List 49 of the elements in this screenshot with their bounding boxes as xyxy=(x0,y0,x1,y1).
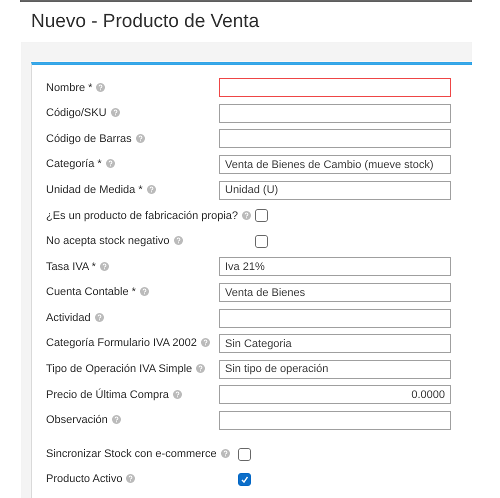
field-label: Actividad xyxy=(46,312,91,324)
field-label: Observación xyxy=(46,414,108,426)
checkbox[interactable] xyxy=(238,473,251,486)
field-label: No acepta stock negativo xyxy=(46,235,170,248)
input-field[interactable]: Sin Categoria xyxy=(219,334,451,354)
field-label: Nombre * xyxy=(46,82,92,94)
field-label: Categoría Formulario IVA 2002 xyxy=(46,337,197,350)
help-icon[interactable] xyxy=(196,364,206,374)
input-field[interactable]: 0.0000 xyxy=(219,385,451,404)
input-field[interactable]: Iva 21% xyxy=(219,257,451,276)
input-field[interactable] xyxy=(219,78,451,98)
help-icon[interactable] xyxy=(140,287,149,296)
field-label: Cuenta Contable * xyxy=(46,286,136,298)
field-label: Tasa IVA * xyxy=(46,260,96,273)
help-icon[interactable] xyxy=(172,390,182,399)
input-field[interactable] xyxy=(219,129,451,148)
checkbox[interactable] xyxy=(255,209,268,222)
help-icon[interactable] xyxy=(200,338,210,348)
help-icon[interactable] xyxy=(220,448,230,458)
help-icon[interactable] xyxy=(94,312,104,322)
input-field[interactable]: Sin tipo de operación xyxy=(219,360,451,379)
checkbox[interactable] xyxy=(255,234,268,248)
input-field[interactable] xyxy=(219,104,451,123)
field-label: Precio de Última Compra xyxy=(46,388,169,401)
help-icon[interactable] xyxy=(112,415,121,424)
field-label: ¿Es un producto de fabricación propia? xyxy=(46,210,238,222)
field-label: Tipo de Operación IVA Simple xyxy=(46,363,192,376)
field-label: Producto Activo xyxy=(46,473,122,486)
help-icon[interactable] xyxy=(174,236,183,246)
help-icon[interactable] xyxy=(136,134,145,143)
help-icon[interactable] xyxy=(146,184,156,194)
page-title: Nuevo - Producto de Venta xyxy=(31,10,260,34)
input-field[interactable] xyxy=(219,411,451,430)
help-icon[interactable] xyxy=(96,82,106,92)
help-icon[interactable] xyxy=(100,262,109,271)
field-label: Unidad de Medida * xyxy=(46,184,143,196)
checkbox[interactable] xyxy=(238,448,251,461)
help-icon[interactable] xyxy=(242,210,252,220)
input-field[interactable]: Venta de Bienes xyxy=(219,283,451,302)
field-label: Código/SKU xyxy=(46,107,107,120)
input-field[interactable]: Venta de Bienes de Cambio (mueve stock) xyxy=(219,155,451,174)
help-icon[interactable] xyxy=(126,474,136,484)
field-label: Sincronizar Stock con e-commerce xyxy=(46,448,217,460)
input-field[interactable] xyxy=(219,308,451,328)
help-icon[interactable] xyxy=(110,108,120,118)
field-label: Categoría * xyxy=(46,158,102,170)
help-icon[interactable] xyxy=(106,159,115,168)
input-field[interactable]: Unidad (U) xyxy=(219,180,451,200)
field-label: Código de Barras xyxy=(46,132,132,145)
